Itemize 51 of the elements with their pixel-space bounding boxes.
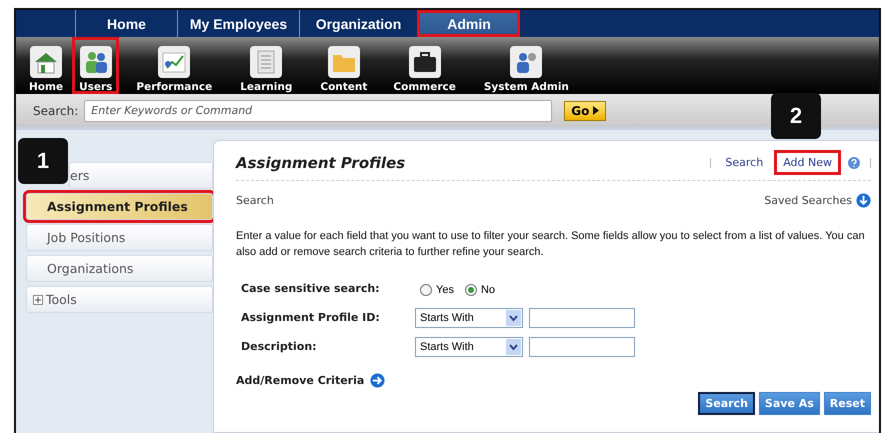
radio-option[interactable]: Yes <box>420 284 454 296</box>
go-button[interactable]: Go <box>564 100 606 120</box>
panel-title: Assignment Profiles <box>236 154 406 172</box>
folder-icon <box>328 46 360 78</box>
form-button[interactable]: Search <box>698 392 755 415</box>
help-icon[interactable] <box>846 154 862 170</box>
radio-option[interactable]: No <box>464 284 496 296</box>
saved-searches-link[interactable]: Saved Searches <box>764 194 852 207</box>
field-label: Description: <box>241 340 318 353</box>
value-field[interactable] <box>529 308 635 328</box>
field-label: Case sensitive search: <box>241 282 381 295</box>
criteria-link[interactable]: Add/Remove Criteria <box>236 374 364 387</box>
toolbar-item[interactable]: Performance <box>129 37 220 94</box>
search-field[interactable]: Enter Keywords or Command <box>84 100 552 122</box>
chart-icon <box>158 46 190 78</box>
arrow-right-icon[interactable] <box>370 373 386 388</box>
sidebar-item[interactable]: Job Positions <box>26 224 213 251</box>
caret-icon <box>506 338 521 354</box>
document-icon <box>250 46 282 78</box>
sidebar-item[interactable]: Assignment Profiles <box>26 193 213 220</box>
expand-icon[interactable] <box>33 294 43 304</box>
search-label: Search: <box>33 104 78 118</box>
operator-dropdown[interactable]: Starts With <box>415 308 523 328</box>
header-link[interactable]: Add New <box>777 153 838 172</box>
form-button[interactable]: Save As <box>758 392 820 415</box>
admin-icon <box>510 46 542 78</box>
toolbar-item[interactable]: Learning <box>233 37 300 94</box>
callout-badge: 2 <box>771 93 821 139</box>
field-label: Assignment Profile ID: <box>241 311 381 324</box>
nav-tab[interactable]: Admin <box>417 10 520 37</box>
form-button[interactable]: Reset <box>824 392 871 415</box>
triangle-icon <box>593 106 600 115</box>
sidebar-item[interactable]: Organizations <box>26 255 213 282</box>
callout-badge: 1 <box>18 138 68 184</box>
sidebar-item[interactable]: ers <box>69 162 213 189</box>
value-field[interactable] <box>529 336 635 356</box>
toolbar-item[interactable]: Users <box>72 37 120 94</box>
users-icon <box>80 46 112 78</box>
house-icon <box>30 46 62 78</box>
header-link[interactable]: Search <box>719 153 770 172</box>
briefcase-icon <box>408 46 441 78</box>
toolbar-item[interactable]: Home <box>22 37 70 94</box>
toolbar-item[interactable]: System Admin <box>476 37 576 94</box>
instructions-text: Enter a value for each field that you want to use to filter your search. Some fields allow you to select from a list of values. You can also add or remove search criteria to further refine your search. <box>236 229 866 260</box>
toolbar-item[interactable]: Content <box>313 37 374 94</box>
toolbar-item[interactable]: Commerce <box>386 37 463 94</box>
caret-icon <box>506 310 521 326</box>
arrow-down-icon[interactable] <box>856 193 871 208</box>
sidebar-item[interactable]: Tools <box>26 286 213 313</box>
operator-dropdown[interactable]: Starts With <box>415 336 523 356</box>
section-title: Search <box>236 194 274 207</box>
